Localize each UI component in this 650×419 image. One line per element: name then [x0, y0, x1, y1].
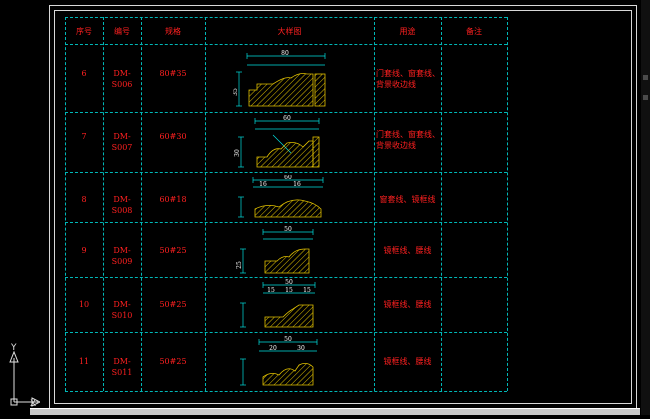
dimension-label: 16 — [259, 181, 267, 188]
row-spec: 50#25 — [159, 300, 187, 309]
row-code: DM-S007 — [111, 132, 133, 152]
profile-drawing-10: 50 15 15 15 — [240, 279, 316, 328]
model-layout-tab-bar[interactable] — [30, 408, 640, 415]
dimension-label: 16 — [293, 181, 301, 188]
dimension-label: 20 — [269, 345, 277, 352]
row-index: 9 — [81, 246, 87, 255]
header-usage: 用途 — [399, 27, 416, 36]
dimension-label: 15 — [303, 287, 311, 294]
dimension-label: 15 — [285, 287, 293, 294]
row-spec: 60#18 — [159, 195, 187, 204]
dimension-label: 30 — [234, 149, 241, 157]
ucs-x-label: X — [30, 399, 37, 409]
row-code: DM-S011 — [111, 357, 133, 377]
row-usage: 门套线、窗套线、 背景收边线 — [374, 68, 443, 90]
dimension-label: 60 — [284, 175, 292, 181]
row-usage: 镜框线、腰线 — [383, 357, 432, 366]
molding-spec-table: 序号 编号 规格 大样图 用途 备注 6 DM-S006 80#35 门套线、窗… — [65, 17, 508, 392]
row-spec: 50#25 — [159, 357, 187, 366]
row-index: 11 — [78, 357, 90, 366]
row-index: 10 — [78, 300, 90, 309]
profile-drawing-11: 50 20 30 — [240, 336, 318, 386]
header-remarks: 备注 — [466, 27, 482, 36]
dimension-label: 15 — [267, 287, 275, 294]
dimension-label: 60 — [283, 115, 291, 122]
row-spec: 60#30 — [159, 132, 187, 141]
row-code: DM-S010 — [111, 300, 133, 320]
dimension-label: 25 — [236, 261, 243, 269]
row-spec: 50#25 — [159, 246, 187, 255]
row-usage: 镜框线、腰线 — [383, 300, 432, 309]
row-index: 7 — [81, 132, 87, 141]
header-code: 编号 — [114, 27, 130, 36]
profile-drawing-7: 60 30 — [234, 115, 320, 168]
dimension-label: 50 — [285, 279, 293, 286]
row-usage: 镜框线、腰线 — [383, 246, 432, 255]
dimension-label: 80 — [281, 50, 289, 57]
dimension-label: 30 — [297, 345, 305, 352]
row-index: 6 — [81, 69, 87, 78]
row-code: DM-S008 — [111, 195, 133, 215]
usage-line: 背景收边线 — [376, 80, 416, 89]
row-index: 8 — [81, 195, 87, 204]
row-usage: 窗套线、镜框线 — [379, 195, 436, 204]
profile-drawing-9: 50 25 — [236, 226, 314, 274]
scroll-marker — [643, 75, 648, 80]
usage-line: 门套线、窗套线、 — [376, 69, 440, 78]
dimension-label: 35 — [233, 88, 239, 96]
profile-drawing-8: 60 16 16 — [238, 175, 324, 218]
usage-line: 门套线、窗套线、 — [376, 130, 440, 139]
vertical-scrollbar[interactable] — [641, 0, 650, 415]
ucs-y-label: Y — [11, 343, 17, 353]
usage-line: 背景收边线 — [376, 141, 416, 150]
dimension-label: 50 — [284, 336, 292, 343]
row-code: DM-S006 — [111, 69, 133, 89]
header-detail-drawing: 大样图 — [277, 27, 302, 36]
profile-drawing-6: 80 35 — [233, 50, 326, 107]
row-spec: 80#35 — [159, 69, 187, 78]
row-usage: 门套线、窗套线、 背景收边线 — [374, 129, 443, 151]
header-index: 序号 — [76, 27, 92, 36]
row-code: DM-S009 — [111, 246, 133, 266]
header-spec: 规格 — [165, 27, 181, 36]
scroll-marker — [643, 95, 648, 100]
dimension-label: 50 — [284, 226, 292, 233]
